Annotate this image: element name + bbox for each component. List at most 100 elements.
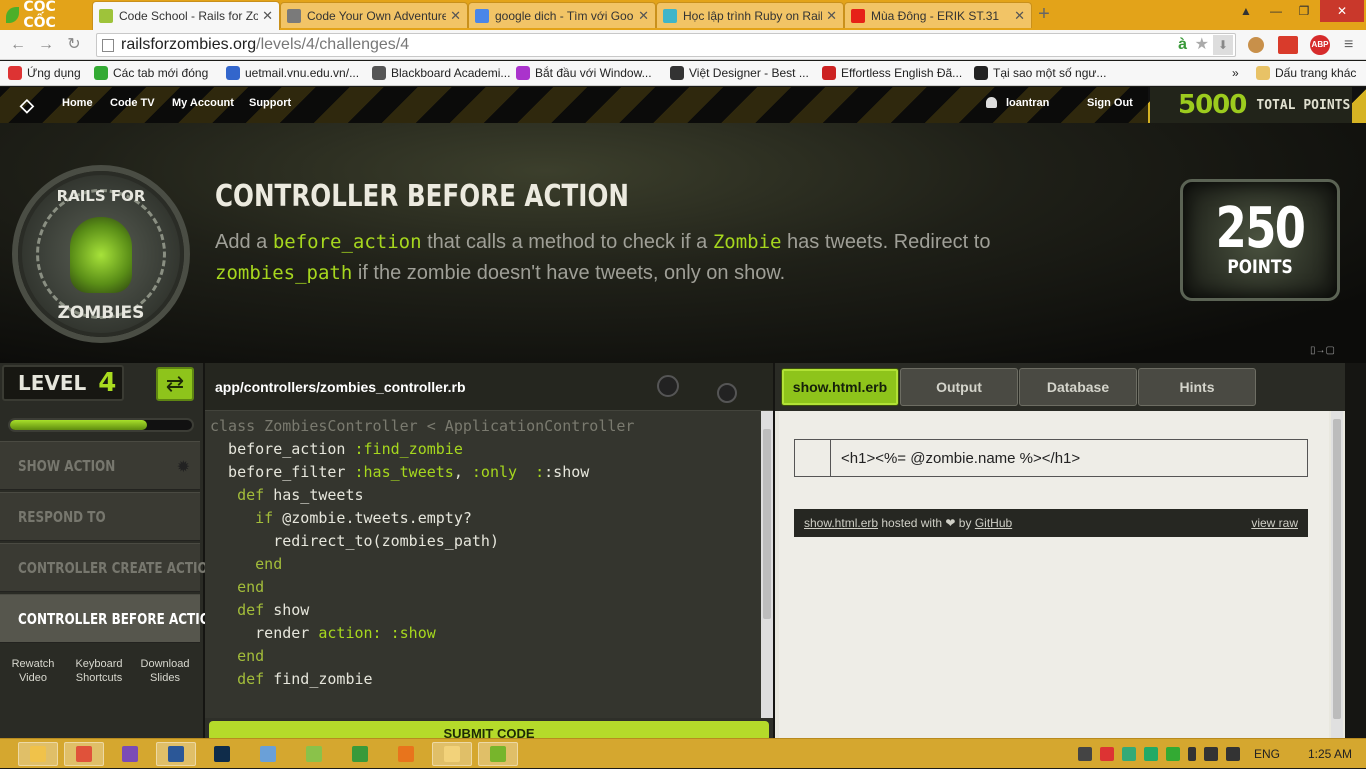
nav-my-account[interactable]: My Account: [172, 97, 234, 109]
tray-v-icon[interactable]: [1099, 747, 1114, 761]
github-link[interactable]: GitHub: [975, 516, 1012, 530]
sign-out-link[interactable]: Sign Out: [1087, 97, 1133, 109]
browser-tab[interactable]: Mùa Đông - ERIK ST.31 ✕: [844, 2, 1032, 28]
close-tab-icon[interactable]: ✕: [262, 8, 273, 24]
bookmark-favicon-icon: [974, 66, 988, 80]
adblock-extension-icon[interactable]: ABP: [1310, 35, 1330, 55]
bookmarks-overflow-button[interactable]: »: [1232, 65, 1239, 81]
reload-button[interactable]: ↻: [64, 36, 84, 54]
bookmark-item[interactable]: uetmail.vnu.edu.vn/...: [226, 65, 359, 81]
taskbar-app[interactable]: [156, 742, 196, 766]
bookmark-item[interactable]: Blackboard Academi...: [372, 65, 510, 81]
new-tab-button[interactable]: +: [1032, 4, 1056, 26]
taskbar-app[interactable]: [294, 742, 334, 766]
forward-button[interactable]: →: [36, 36, 56, 54]
browser-tab[interactable]: Code Your Own Adventure ✕: [280, 2, 468, 28]
clock[interactable]: 1:25 AM: [1308, 747, 1352, 761]
bookmark-item[interactable]: Ứng dụng: [8, 65, 81, 81]
rewatch-video-link[interactable]: Rewatch Video: [0, 657, 66, 685]
close-tab-icon[interactable]: ✕: [638, 8, 649, 24]
nav-home[interactable]: Home: [62, 97, 93, 109]
address-bar[interactable]: railsforzombies.org/levels/4/challenges/…: [96, 33, 1236, 57]
paint-icon: [76, 746, 92, 762]
view-raw-link[interactable]: view raw: [1251, 509, 1298, 537]
tray-nvidia-icon[interactable]: [1165, 747, 1180, 761]
coccoc-icon: [490, 746, 506, 762]
bookmark-item[interactable]: Việt Designer - Best ...: [670, 65, 809, 81]
download-slides-link[interactable]: Download Slides: [132, 657, 198, 685]
tab-title: Code Your Own Adventure: [307, 8, 447, 23]
close-tab-icon[interactable]: ✕: [450, 8, 461, 24]
tray-app-icon[interactable]: [1077, 747, 1092, 761]
browser-tab[interactable]: Code School - Rails for Zo ✕: [92, 1, 280, 30]
tray-network-icon[interactable]: [1121, 747, 1136, 761]
code-line: before_filter :has_tweets, :only ::show: [210, 463, 590, 481]
gmail-extension-icon[interactable]: [1278, 36, 1298, 54]
url-domain: railsforzombies.org: [121, 36, 257, 53]
taskbar-app[interactable]: [386, 742, 426, 766]
gist-file-link[interactable]: show.html.erb: [804, 516, 878, 530]
bookmarks-bar: Ứng dụng Các tab mới đóng uetmail.vnu.edu.…: [0, 61, 1366, 86]
battery-icon[interactable]: [1187, 747, 1196, 761]
wifi-icon[interactable]: [1203, 747, 1218, 761]
level-number: 4: [98, 368, 117, 398]
word-icon: [168, 746, 184, 762]
windows-taskbar: ENG 1:25 AM: [0, 738, 1366, 768]
fullscreen-toggle-icon[interactable]: ▯→▢: [1310, 345, 1335, 356]
back-button[interactable]: ←: [8, 36, 28, 54]
taskbar-app[interactable]: [110, 742, 150, 766]
browser-tab[interactable]: google dich - Tìm với Goo ✕: [468, 2, 656, 28]
input-language[interactable]: ENG: [1254, 747, 1280, 761]
taskbar-app[interactable]: [18, 742, 58, 766]
desc-text: if the zombie doesn't have tweets, only …: [352, 262, 786, 284]
taskbar-app[interactable]: [432, 742, 472, 766]
tab-database[interactable]: Database: [1019, 368, 1137, 406]
taskbar-app[interactable]: [64, 742, 104, 766]
cookie-extension-icon[interactable]: [1248, 37, 1264, 53]
browser-tab[interactable]: Học lập trình Ruby on Rail ✕: [656, 2, 844, 28]
username-link[interactable]: loantran: [1006, 97, 1049, 109]
level-sidebar: LEVEL 4 ⇄ SHOW ACTION ✹ RESPOND TO CONTROLLE…: [0, 363, 220, 738]
coccoc-logo[interactable]: CỐC CỐC: [0, 0, 90, 31]
tab-hints[interactable]: Hints: [1138, 368, 1256, 406]
tray-globe-icon[interactable]: [1143, 747, 1158, 761]
codeschool-home-icon[interactable]: ◇: [20, 95, 34, 116]
tab-output[interactable]: Output: [900, 368, 1018, 406]
volume-icon[interactable]: [1225, 747, 1240, 761]
challenge-step[interactable]: RESPOND TO: [0, 492, 200, 541]
close-tab-icon[interactable]: ✕: [826, 8, 837, 24]
bookmark-item[interactable]: Tại sao một số ngư...: [974, 65, 1106, 81]
bookmark-favicon-icon: [372, 66, 386, 80]
switch-level-button[interactable]: ⇄: [156, 367, 194, 401]
nav-code-tv[interactable]: Code TV: [110, 97, 155, 109]
download-icon[interactable]: ⬇: [1213, 35, 1233, 55]
taskbar-app[interactable]: [248, 742, 288, 766]
editor-scrollbar[interactable]: [761, 411, 773, 718]
bookmark-item[interactable]: Bắt đầu với Window...: [516, 65, 652, 81]
submit-code-button[interactable]: SUBMIT CODE: [209, 721, 769, 738]
browser-toolbar: ← → ↻ railsforzombies.org/levels/4/chall…: [0, 30, 1366, 60]
other-bookmarks-folder[interactable]: Dấu trang khác: [1256, 65, 1356, 81]
minimize-button[interactable]: —: [1262, 0, 1290, 22]
code-textarea[interactable]: class ZombiesController < ApplicationCon…: [205, 411, 761, 718]
nav-support[interactable]: Support: [249, 97, 291, 109]
maximize-button[interactable]: ❐: [1290, 0, 1318, 22]
challenge-step[interactable]: CONTROLLER CREATE ACTION: [0, 543, 218, 592]
profile-icon[interactable]: ▲: [1232, 0, 1260, 22]
taskbar-app[interactable]: [478, 742, 518, 766]
menu-icon[interactable]: ≡: [1344, 36, 1353, 54]
challenge-points-label: POINTS: [1227, 256, 1293, 278]
taskbar-app[interactable]: [202, 742, 242, 766]
keyboard-shortcuts-link[interactable]: Keyboard Shortcuts: [66, 657, 132, 685]
tab-show-html-erb[interactable]: show.html.erb: [781, 368, 899, 406]
bookmark-star-icon[interactable]: ★: [1195, 34, 1209, 56]
coccoc-dictionary-icon[interactable]: à: [1178, 34, 1187, 56]
taskbar-app[interactable]: [340, 742, 380, 766]
close-tab-icon[interactable]: ✕: [1014, 8, 1025, 24]
challenge-step[interactable]: SHOW ACTION ✹: [0, 441, 200, 490]
bookmark-item[interactable]: Effortless English Đã...: [822, 65, 962, 81]
panel-scrollbar[interactable]: [1331, 411, 1343, 738]
close-window-button[interactable]: ✕: [1320, 0, 1364, 22]
challenge-step[interactable]: CONTROLLER BEFORE ACTION: [0, 594, 220, 643]
bookmark-item[interactable]: Các tab mới đóng: [94, 65, 208, 81]
